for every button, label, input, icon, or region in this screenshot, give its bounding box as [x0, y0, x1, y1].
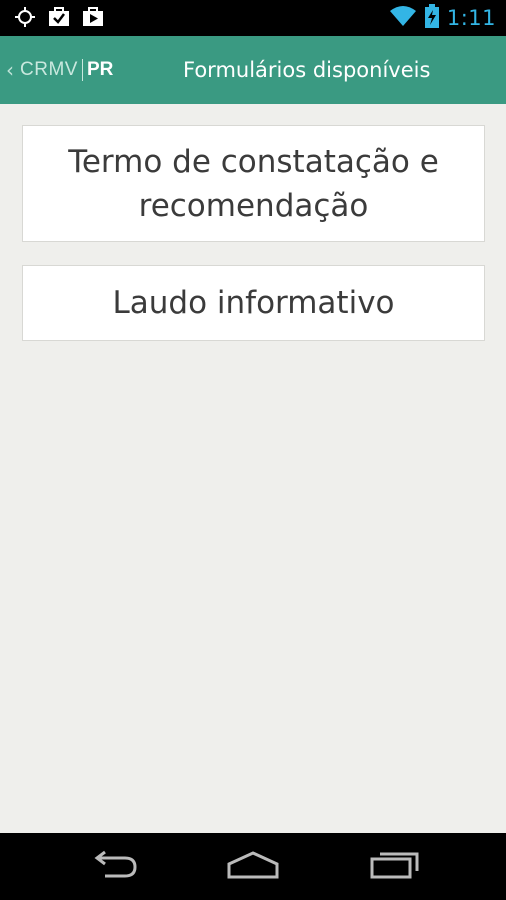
- recent-apps-button[interactable]: [345, 833, 445, 900]
- logo-text-pr: PR: [86, 59, 114, 80]
- logo-text-crmv: CRMV: [20, 59, 78, 80]
- gps-icon: [14, 6, 36, 32]
- home-icon: [225, 850, 281, 884]
- home-button[interactable]: [203, 833, 303, 900]
- briefcase-check-icon: [48, 6, 70, 32]
- play-store-icon: [82, 6, 104, 32]
- battery-charging-icon: [424, 4, 439, 32]
- app-logo: CRMV PR: [20, 59, 113, 81]
- form-item-label: Laudo informativo: [112, 285, 395, 321]
- chevron-left-icon: ‹: [6, 58, 14, 82]
- recent-apps-icon: [369, 850, 421, 884]
- wifi-icon: [389, 4, 417, 32]
- page-title: Formulários disponíveis: [183, 58, 431, 82]
- status-bar: 1:11: [0, 0, 506, 36]
- forms-list: Termo de constatação e recomendação Laud…: [0, 104, 506, 833]
- status-clock: 1:11: [446, 6, 496, 30]
- up-navigation-button[interactable]: ‹ CRMV PR: [0, 36, 140, 104]
- back-icon: [87, 850, 139, 884]
- system-nav-bar: [0, 833, 506, 900]
- logo-divider: [81, 59, 83, 81]
- form-item-termo[interactable]: Termo de constatação e recomendação: [22, 125, 485, 242]
- action-bar: ‹ CRMV PR Formulários disponíveis: [0, 36, 506, 104]
- back-button[interactable]: [63, 833, 163, 900]
- form-item-laudo[interactable]: Laudo informativo: [22, 265, 485, 341]
- form-item-label: Termo de constatação e recomendação: [68, 143, 439, 224]
